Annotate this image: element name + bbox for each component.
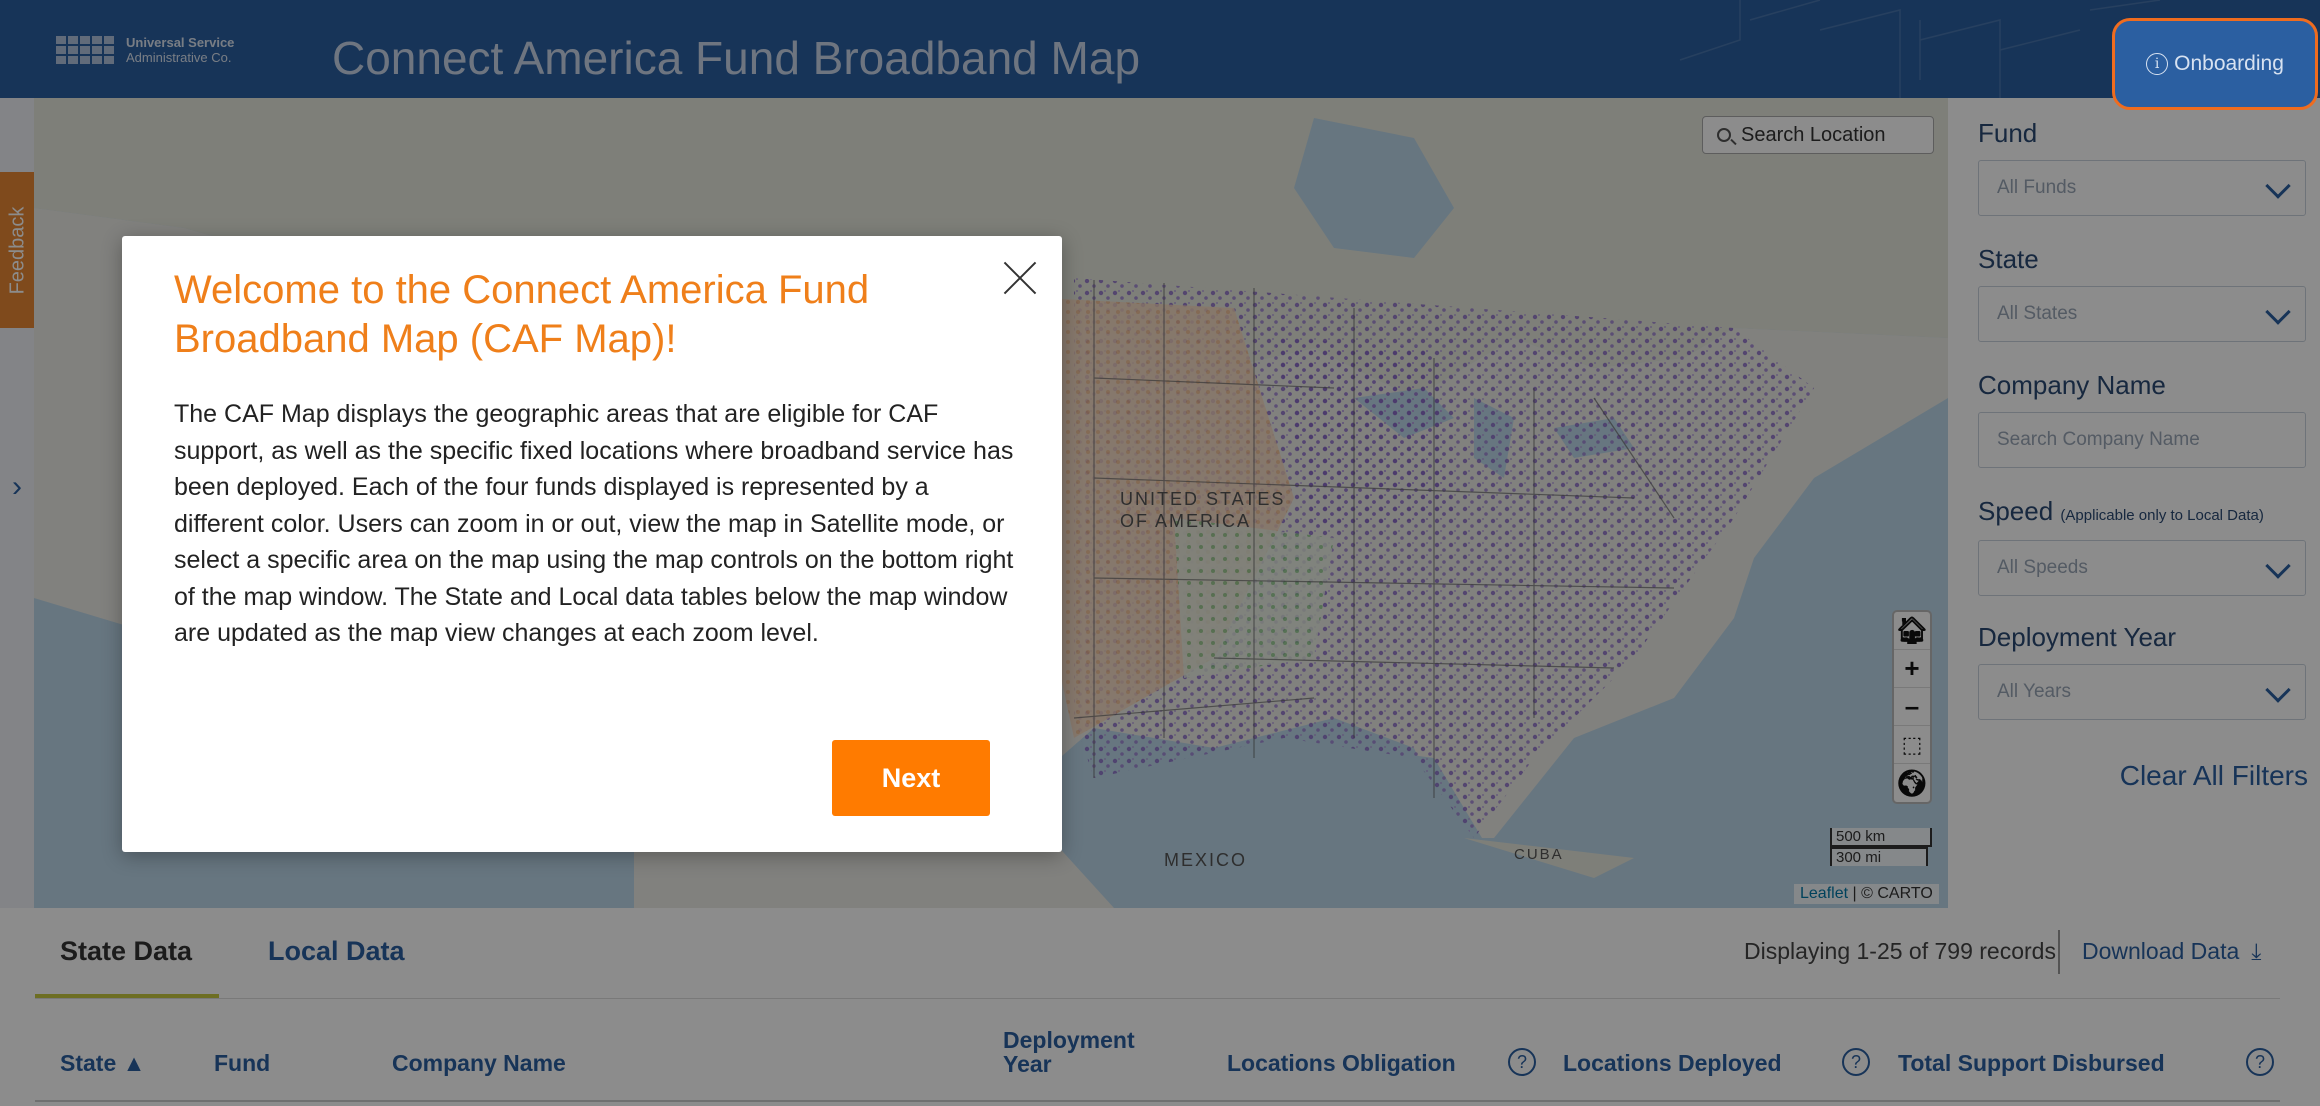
info-icon: i [2146, 53, 2169, 75]
modal-body: The CAF Map displays the geographic area… [174, 400, 1014, 647]
onboarding-modal: Welcome to the Connect America Fund Broa… [122, 236, 1062, 852]
onboarding-label: Onboarding [2174, 52, 2284, 75]
close-icon[interactable] [1000, 256, 1040, 296]
modal-title: Welcome to the Connect America Fund Broa… [174, 268, 870, 361]
next-button[interactable]: Next [832, 740, 990, 816]
onboarding-button[interactable]: i Onboarding [2112, 18, 2318, 110]
